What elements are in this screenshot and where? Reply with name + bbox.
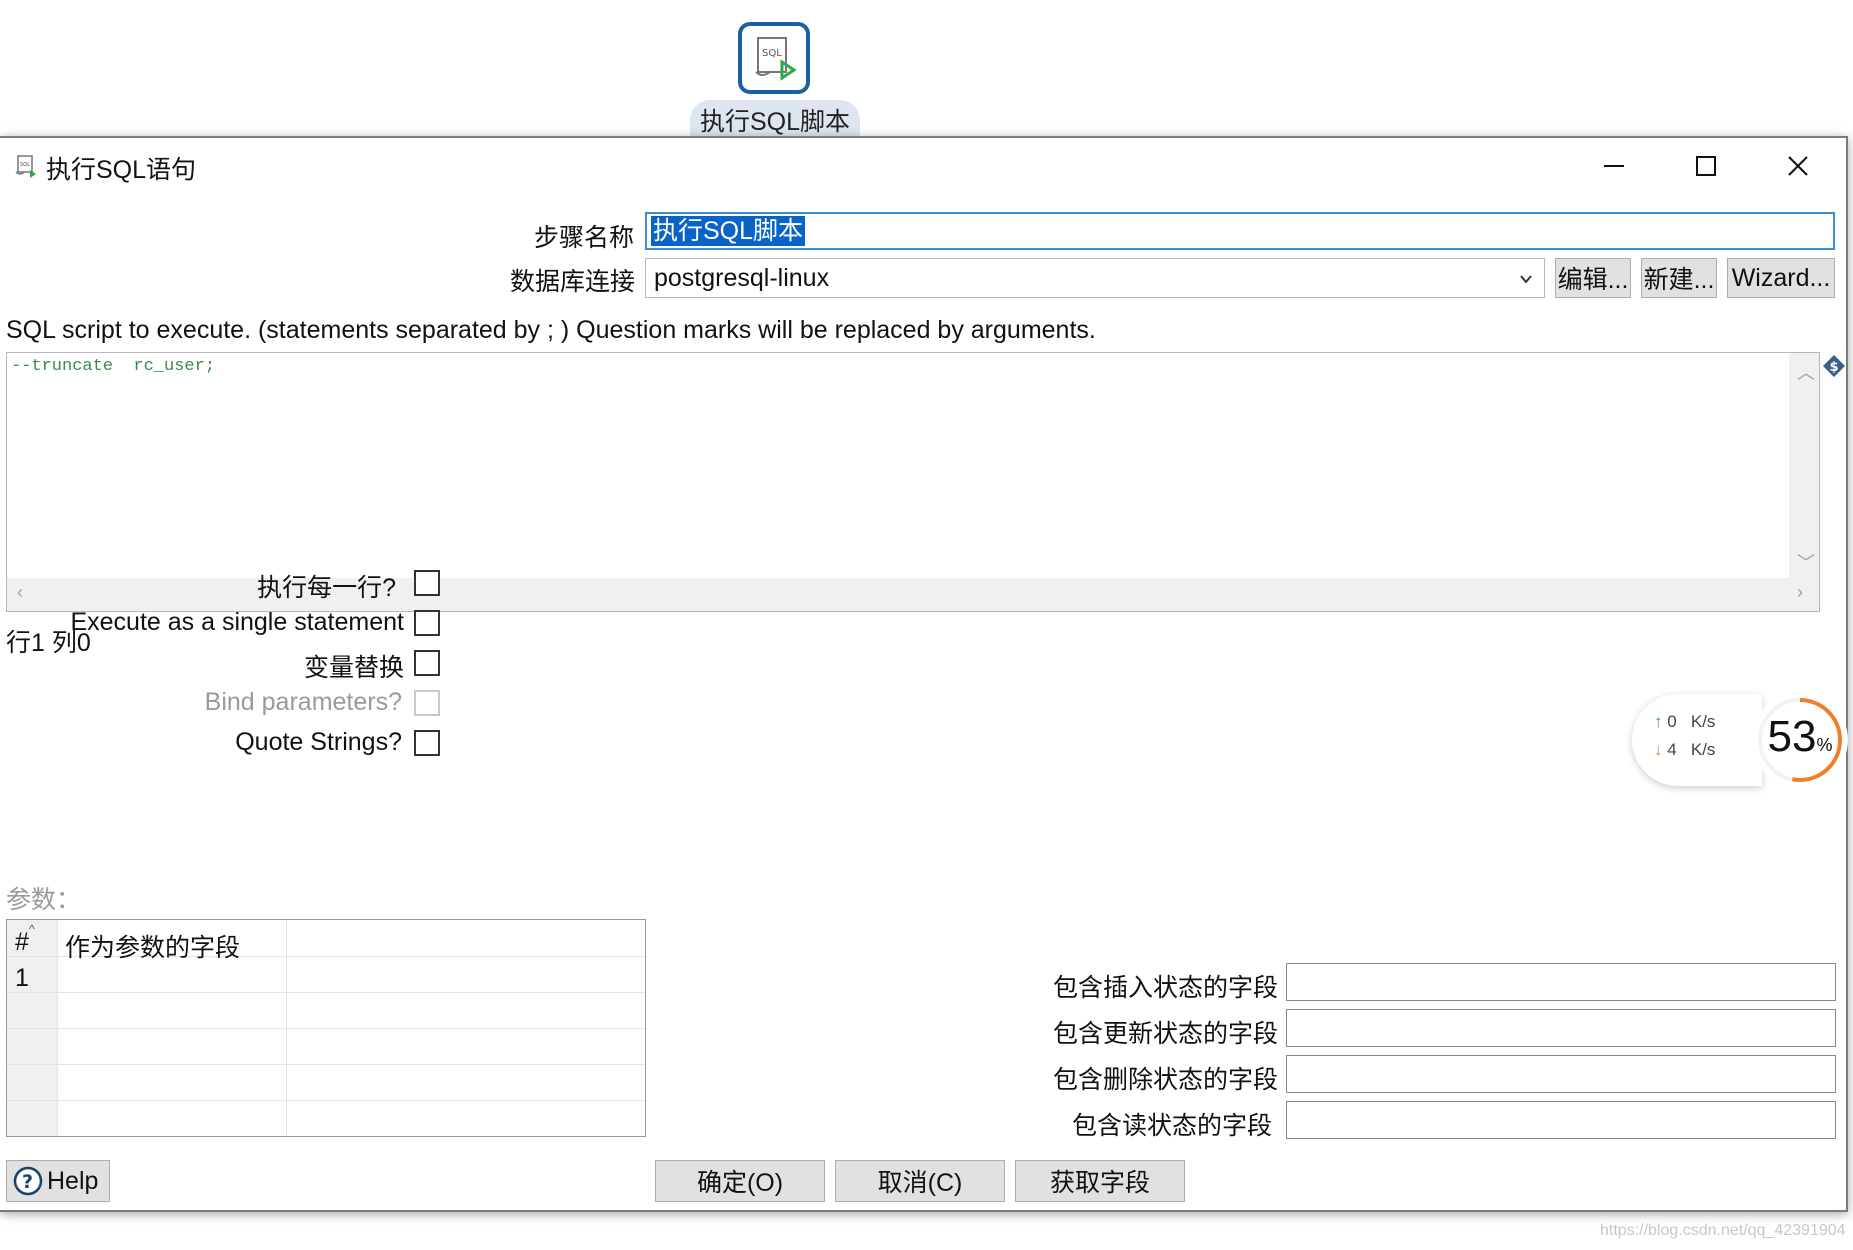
minimize-button[interactable] — [1582, 142, 1646, 190]
column-header-field[interactable]: 作为参数的字段 — [65, 928, 240, 964]
download-speed: ↓ 4 K/s — [1654, 740, 1715, 760]
delete-field-input[interactable] — [1286, 1055, 1836, 1093]
close-icon — [1788, 156, 1808, 176]
download-unit: K/s — [1690, 740, 1716, 759]
connection-select[interactable]: postgresql-linux — [645, 258, 1545, 298]
percent-sign: % — [1816, 735, 1833, 755]
scroll-up-icon[interactable]: ︿ — [1797, 359, 1815, 385]
new-connection-button[interactable]: 新建... — [1641, 258, 1717, 298]
sql-caption: SQL script to execute. (statements separ… — [6, 316, 1096, 344]
step-node-label: 执行SQL脚本 — [690, 100, 860, 140]
variable-icon[interactable]: $ — [1822, 354, 1846, 378]
maximize-button[interactable] — [1674, 142, 1738, 190]
row-divider — [7, 1064, 645, 1065]
watermark: https://blog.csdn.net/qq_42391904 — [1600, 1222, 1846, 1239]
cpu-percent-value: 53 — [1767, 712, 1817, 761]
bind-parameters-label: Bind parameters? — [204, 688, 402, 716]
step-name-label: 步骤名称 — [534, 224, 635, 252]
title-bar[interactable]: SQL 执行SQL语句 — [0, 138, 1846, 194]
help-icon: ? — [13, 1166, 43, 1196]
step-name-value: 执行SQL脚本 — [651, 216, 806, 246]
params-caption: 参数： — [6, 886, 82, 914]
upload-unit: K/s — [1690, 712, 1716, 731]
svg-text:SQL: SQL — [20, 162, 30, 168]
sql-code[interactable]: --truncate rc_user; — [11, 357, 215, 376]
bind-parameters-checkbox — [414, 690, 440, 716]
row-divider — [7, 1028, 645, 1029]
scroll-down-icon[interactable]: ﹀ — [1797, 549, 1815, 575]
download-arrow-icon: ↓ — [1654, 740, 1663, 759]
read-field-input[interactable] — [1286, 1101, 1836, 1139]
ok-button[interactable]: 确定(O) — [655, 1160, 825, 1202]
get-fields-button[interactable]: 获取字段 — [1015, 1160, 1185, 1202]
vertical-scrollbar[interactable]: ︿ ﹀ — [1789, 353, 1819, 579]
delete-field-label: 包含删除状态的字段 — [1052, 1066, 1278, 1094]
svg-text:?: ? — [22, 1171, 33, 1193]
speed-panel: ↑ 0 K/s ↓ 4 K/s — [1632, 694, 1762, 786]
scroll-left-icon[interactable]: ‹ — [17, 582, 23, 603]
cancel-button[interactable]: 取消(C) — [835, 1160, 1005, 1202]
scroll-right-icon[interactable]: › — [1797, 582, 1803, 603]
svg-text:$: $ — [1830, 360, 1839, 375]
wizard-button[interactable]: Wizard... — [1727, 258, 1835, 298]
connection-value: postgresql-linux — [654, 264, 830, 292]
row-divider — [7, 1100, 645, 1101]
sql-script-icon[interactable]: SQL — [738, 22, 810, 94]
help-label: Help — [47, 1166, 99, 1195]
variable-substitution-checkbox[interactable] — [414, 650, 440, 676]
upload-value: 0 — [1667, 712, 1677, 731]
execute-each-row-checkbox[interactable] — [414, 570, 440, 596]
single-statement-checkbox[interactable] — [414, 610, 440, 636]
insert-field-input[interactable] — [1286, 963, 1836, 1001]
param-table[interactable]: ^ # 作为参数的字段 1 — [6, 919, 646, 1137]
download-value: 4 — [1667, 740, 1677, 759]
sort-caret-icon[interactable]: ^ — [29, 922, 35, 936]
dialog-title: 执行SQL语句 — [46, 156, 197, 184]
upload-arrow-icon: ↑ — [1654, 712, 1663, 731]
help-button[interactable]: ? Help — [6, 1160, 110, 1202]
update-field-input[interactable] — [1286, 1009, 1836, 1047]
sql-script-icon: SQL — [15, 155, 36, 178]
maximize-icon — [1696, 156, 1716, 176]
update-field-label: 包含更新状态的字段 — [1052, 1020, 1278, 1048]
connection-label: 数据库连接 — [510, 268, 636, 296]
table-row-index: 1 — [15, 964, 29, 992]
single-statement-label: Execute as a single statement — [70, 608, 404, 636]
row-divider — [7, 992, 645, 993]
cpu-percent: 53% — [1750, 712, 1850, 762]
network-speed-widget[interactable]: ↑ 0 K/s ↓ 4 K/s 53% — [1632, 690, 1852, 790]
svg-text:SQL: SQL — [762, 48, 782, 59]
upload-speed: ↑ 0 K/s — [1654, 712, 1715, 732]
close-button[interactable] — [1766, 142, 1830, 190]
execute-each-row-label: 执行每一行? — [257, 574, 396, 602]
chevron-down-icon — [1520, 275, 1532, 284]
quote-strings-label: Quote Strings? — [235, 728, 402, 756]
column-header-index[interactable]: # — [15, 928, 29, 957]
insert-field-label: 包含插入状态的字段 — [1052, 974, 1278, 1002]
step-name-input[interactable]: 执行SQL脚本 — [645, 212, 1835, 250]
minimize-icon — [1604, 165, 1624, 167]
read-field-label: 包含读状态的字段 — [1071, 1112, 1272, 1140]
sql-script-dialog: SQL 执行SQL语句 步骤名称 执行SQL脚本 数据库连接 postgresq… — [0, 136, 1848, 1212]
quote-strings-checkbox[interactable] — [414, 730, 440, 756]
edit-connection-button[interactable]: 编辑... — [1555, 258, 1631, 298]
variable-substitution-label: 变量替换 — [303, 654, 404, 682]
